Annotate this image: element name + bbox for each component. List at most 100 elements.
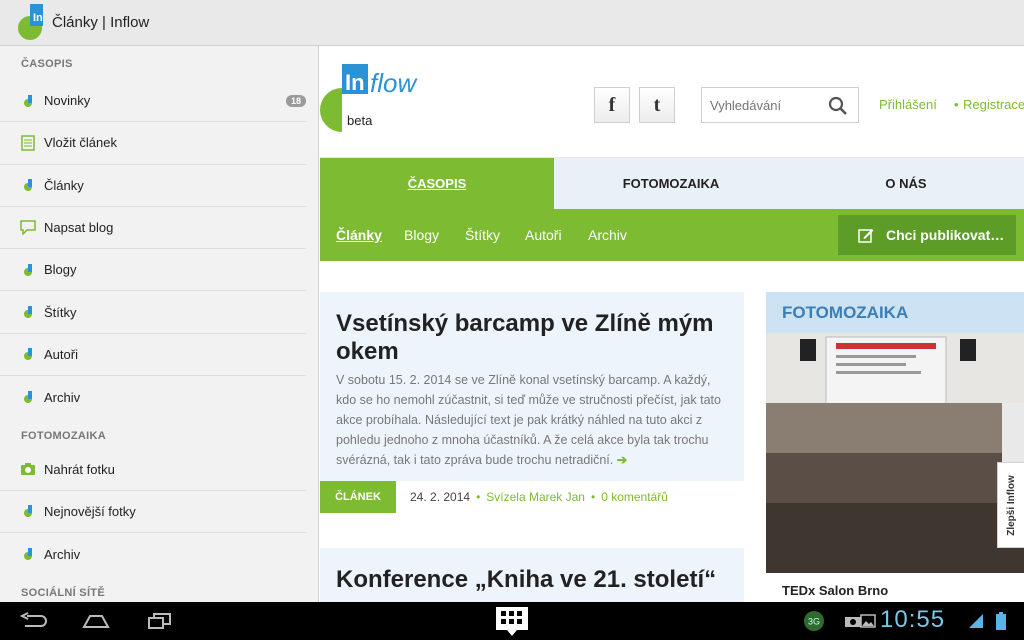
inflow-icon <box>20 304 36 320</box>
subnav-clanky[interactable]: Články <box>336 209 382 261</box>
drawer-item-stitky[interactable]: Štítky <box>0 291 306 334</box>
drawer-item-blogy[interactable]: Blogy <box>0 249 306 292</box>
drawer-item-vlozit-clanek[interactable]: Vložit článek <box>0 122 306 165</box>
article-card: Konference „Kniha ve 21. století“ <box>320 548 744 602</box>
recent-apps-icon[interactable] <box>142 602 178 640</box>
drawer-item-label: Archiv <box>44 389 81 405</box>
separator-dot: • <box>954 97 959 112</box>
tab-o-nas[interactable]: O NÁS <box>788 158 1024 209</box>
feedback-tab[interactable]: Zlepši Inflow <box>997 462 1024 548</box>
login-link[interactable]: Přihlášení <box>879 97 937 112</box>
site-logo-flow: flow <box>370 68 418 98</box>
image-notification-icon <box>857 602 879 640</box>
sub-nav: Články Blogy Štítky Autoři Archiv Chci p… <box>320 209 1024 261</box>
drawer-item-label: Archiv <box>44 546 81 562</box>
inflow-icon <box>20 546 36 562</box>
section-heading-fotomozaika: FOTOMOZAIKA <box>21 430 106 443</box>
subnav-stitky[interactable]: Štítky <box>465 209 500 261</box>
svg-text:In: In <box>33 12 43 24</box>
event-photo[interactable] <box>766 333 1024 573</box>
drawer-item-napsat-blog[interactable]: Napsat blog <box>0 207 306 250</box>
facebook-button[interactable]: f <box>594 87 630 123</box>
separator-dot: • <box>590 490 596 504</box>
article-title[interactable]: Vsetínský barcamp ve Zlíně mým okem <box>320 292 744 366</box>
twitter-button[interactable]: t <box>639 87 675 123</box>
read-more-arrow-icon[interactable]: ➔ <box>617 453 627 467</box>
feedback-label: Zlepši Inflow <box>1005 474 1017 536</box>
clock[interactable]: 10:55 <box>880 606 945 634</box>
inflow-icon <box>20 503 36 519</box>
section-heading-socialni-site: SOCIÁLNÍ SÍTĚ <box>21 587 105 600</box>
drawer-item-nahrat-fotku[interactable]: Nahrát fotku <box>0 448 306 491</box>
site-logo-in: In <box>345 70 365 95</box>
drawer-item-archiv[interactable]: Archiv <box>0 376 306 418</box>
network-label: 3G <box>808 617 820 627</box>
drawer-item-nejnovejsi-fotky[interactable]: Nejnovější fotky <box>0 491 306 533</box>
drawer-item-label: Napsat blog <box>44 220 114 236</box>
drawer-item-label: Autoři <box>44 346 78 362</box>
drawer-item-label: Nahrát fotku <box>44 461 115 477</box>
separator-dot: • <box>476 490 481 504</box>
photo-caption[interactable]: TEDx Salon Brno <box>766 573 1024 602</box>
article-card: Vsetínský barcamp ve Zlíně mým okem V so… <box>320 292 744 513</box>
comment-icon <box>20 220 36 236</box>
drawer-item-label: Blogy <box>44 262 77 278</box>
search-box <box>701 87 859 123</box>
main-nav: ČASOPIS FOTOMOZAIKA O NÁS <box>320 158 1024 209</box>
web-content: In flow beta f t Přihlášení • Registrace… <box>320 46 1024 602</box>
signal-icon <box>966 602 986 640</box>
article-comments[interactable]: 0 komentářů <box>601 490 668 504</box>
drawer-item-label: Štítky <box>44 304 77 320</box>
tab-casopis[interactable]: ČASOPIS <box>320 158 554 209</box>
app-title: Články | Inflow <box>52 14 150 31</box>
drawer-item-autori[interactable]: Autoři <box>0 334 306 377</box>
app-bar: In Články | Inflow <box>0 0 1024 46</box>
fotomozaika-heading[interactable]: FOTOMOZAIKA <box>766 292 1024 333</box>
publish-label: Chci publikovat… <box>886 227 1005 243</box>
beta-label: beta <box>347 113 373 128</box>
home-icon[interactable] <box>78 602 114 640</box>
fotomozaika-widget: FOTOMOZAIKA TEDx Salon Brno <box>766 292 1024 602</box>
document-icon <box>20 135 36 151</box>
inflow-icon <box>20 346 36 362</box>
tab-fotomozaika[interactable]: FOTOMOZAIKA <box>554 158 788 209</box>
search-icon[interactable] <box>828 96 848 121</box>
register-link[interactable]: Registrace <box>963 97 1024 112</box>
article-excerpt-block: V sobotu 15. 2. 2014 se ve Zlíně konal v… <box>320 366 744 470</box>
camera-icon <box>20 461 36 477</box>
subnav-blogy[interactable]: Blogy <box>404 209 439 261</box>
site-header: In flow beta f t Přihlášení • Registrace <box>320 46 1024 158</box>
inflow-icon <box>20 93 36 109</box>
inflow-icon <box>20 262 36 278</box>
network-status-icon: 3G <box>800 602 828 640</box>
inflow-icon <box>20 389 36 405</box>
app-logo-icon[interactable]: In <box>0 0 46 46</box>
drawer-item-novinky[interactable]: Novinky 18 <box>0 80 306 123</box>
article-author[interactable]: Svízela Marek Jan <box>486 490 585 504</box>
system-navigation-bar: 3G 10:55 <box>0 602 1024 640</box>
drawer-item-foto-archiv[interactable]: Archiv <box>0 533 306 575</box>
drawer-item-label: Novinky <box>44 93 91 109</box>
publish-button[interactable]: Chci publikovat… <box>838 215 1016 255</box>
section-heading-casopis: ČASOPIS <box>21 58 73 70</box>
drawer-item-label: Články <box>44 177 84 193</box>
subnav-autori[interactable]: Autoři <box>525 209 562 261</box>
article-date: 24. 2. 2014 <box>410 490 471 504</box>
search-input[interactable] <box>702 88 822 122</box>
count-badge: 18 <box>285 94 306 107</box>
article-excerpt: V sobotu 15. 2. 2014 se ve Zlíně konal v… <box>336 373 721 467</box>
site-logo[interactable]: In flow beta <box>320 60 430 140</box>
article-tag[interactable]: ČLÁNEK <box>320 481 396 513</box>
subnav-archiv[interactable]: Archiv <box>588 209 627 261</box>
navigation-drawer: ČASOPIS Novinky 18 Vložit článek Články … <box>0 46 319 602</box>
app-launcher-icon[interactable] <box>490 602 534 640</box>
edit-icon <box>858 227 874 246</box>
drawer-item-clanky[interactable]: Články <box>0 165 306 207</box>
article-meta: ČLÁNEK 24. 2. 2014 • Svízela Marek Jan •… <box>320 481 744 513</box>
inflow-icon <box>20 177 36 193</box>
back-icon[interactable] <box>16 602 52 640</box>
drawer-item-label: Vložit článek <box>44 135 117 151</box>
article-title[interactable]: Konference „Kniha ve 21. století“ <box>320 548 744 594</box>
twitter-icon: t <box>653 93 661 116</box>
drawer-item-label: Nejnovější fotky <box>44 503 136 519</box>
